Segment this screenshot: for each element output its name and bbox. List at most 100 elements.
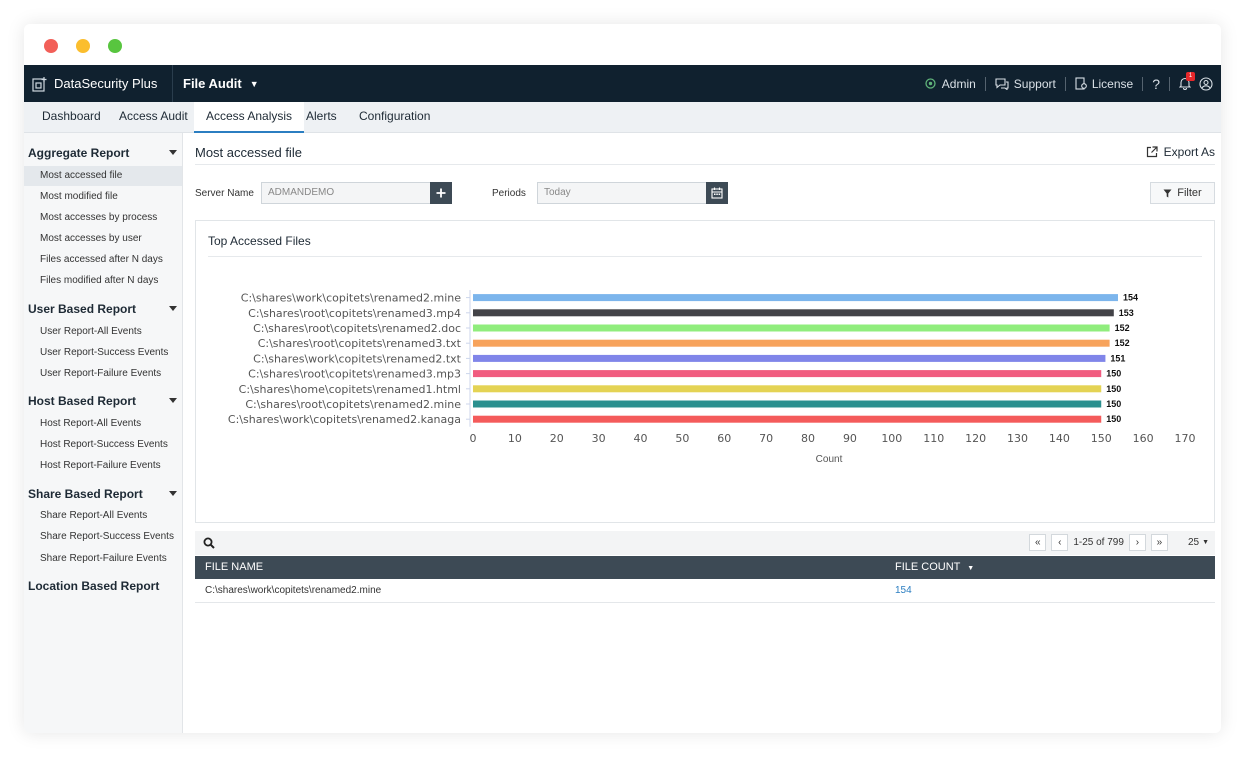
previous-page-button[interactable]: ‹ — [1051, 534, 1069, 551]
sidebar-group-location-based[interactable]: Location Based Report — [28, 579, 179, 593]
support-link[interactable]: Support — [995, 77, 1056, 91]
module-label: File Audit — [183, 76, 242, 91]
chart-category-label: C:\shares\root\copitets\renamed3.txt — [258, 337, 462, 350]
sidebar-group-share-based[interactable]: Share Based Report — [28, 487, 179, 501]
server-name-input[interactable]: ADMANDEMO — [261, 182, 431, 204]
sidebar-item-files-modified-after-n-days[interactable]: Files modified after N days — [24, 271, 182, 291]
sidebar-item-share-report-failure[interactable]: Share Report-Failure Events — [24, 549, 182, 569]
next-page-button[interactable]: › — [1128, 534, 1146, 551]
chart-bar — [473, 370, 1102, 378]
calendar-button[interactable] — [706, 182, 728, 204]
page-size-value: 25 — [1187, 537, 1200, 548]
tab-alerts[interactable]: Alerts — [294, 102, 349, 133]
admin-link[interactable]: Admin — [924, 77, 976, 91]
sidebar-item-share-report-all[interactable]: Share Report-All Events — [24, 506, 182, 526]
sidebar-group-user-based[interactable]: User Based Report — [28, 302, 179, 316]
search-icon[interactable] — [203, 537, 215, 549]
column-header-file-name[interactable]: FILE NAME — [205, 556, 263, 579]
export-label: Export As — [1163, 145, 1215, 159]
support-label: Support — [1013, 76, 1056, 91]
module-selector[interactable]: File Audit ▼ — [183, 65, 259, 102]
sidebar-item-user-report-all[interactable]: User Report-All Events — [24, 322, 182, 342]
chart-x-tick-label: 120 — [965, 432, 986, 445]
pagination: « ‹ 1-25 of 799 › » 25 ▼ — [1029, 534, 1209, 551]
periods-input[interactable]: Today — [537, 182, 707, 204]
sidebar-item-user-report-failure[interactable]: User Report-Failure Events — [24, 364, 182, 384]
add-server-button[interactable] — [430, 182, 452, 204]
chart-data-label: 152 — [1115, 323, 1130, 333]
chart-x-tick-label: 90 — [843, 432, 857, 445]
chart-x-tick-label: 20 — [550, 432, 564, 445]
sidebar-group-label: Share Based Report — [28, 487, 143, 501]
title-divider — [195, 164, 1215, 165]
sidebar-item-host-report-all[interactable]: Host Report-All Events — [24, 414, 182, 434]
sidebar-item-user-report-success[interactable]: User Report-Success Events — [24, 343, 182, 363]
funnel-icon — [1163, 189, 1172, 197]
brand-logo[interactable]: DataSecurity Plus — [32, 65, 157, 102]
filter-label: Filter — [1177, 187, 1202, 199]
main-tab-bar: Dashboard Access Audit Access Analysis A… — [24, 102, 1221, 133]
app-window: DataSecurity Plus File Audit ▼ Admin Sup… — [24, 24, 1221, 733]
chart-x-tick-label: 150 — [1091, 432, 1112, 445]
page-size-select[interactable]: 25 ▼ — [1188, 537, 1209, 548]
chart-x-tick-label: 110 — [923, 432, 944, 445]
sidebar-item-most-accesses-by-process[interactable]: Most accesses by process — [24, 208, 182, 228]
tab-access-audit[interactable]: Access Audit — [107, 102, 200, 133]
chart-bar — [473, 400, 1102, 408]
chart-data-label: 150 — [1106, 384, 1121, 394]
sidebar-item-most-modified-file[interactable]: Most modified file — [24, 187, 182, 207]
close-window-button[interactable] — [44, 39, 58, 53]
first-page-button[interactable]: « — [1029, 534, 1047, 551]
menu-divider — [1169, 76, 1170, 91]
sidebar-item-most-accessed-file[interactable]: Most accessed file — [24, 166, 182, 186]
minimize-window-button[interactable] — [76, 39, 90, 53]
license-link[interactable]: License — [1075, 77, 1133, 91]
chart-category-label: C:\shares\root\copitets\renamed2.doc — [253, 322, 461, 335]
sidebar-item-share-report-success[interactable]: Share Report-Success Events — [24, 527, 182, 547]
tab-dashboard[interactable]: Dashboard — [30, 102, 113, 133]
chart-x-axis-title: Count — [816, 454, 843, 465]
caret-down-icon: ▼ — [249, 78, 259, 89]
chart-data-label: 151 — [1110, 353, 1125, 363]
sidebar-group-label: Aggregate Report — [28, 146, 130, 160]
sidebar-item-host-report-failure[interactable]: Host Report-Failure Events — [24, 456, 182, 476]
main-content: Most accessed file Export As Server Name… — [184, 133, 1221, 733]
sidebar-group-aggregate[interactable]: Aggregate Report — [28, 146, 179, 160]
brand-divider — [172, 65, 173, 102]
file-count-link[interactable]: 154 — [895, 579, 912, 603]
chart-x-tick-label: 130 — [1007, 432, 1028, 445]
maximize-window-button[interactable] — [108, 39, 122, 53]
sidebar-item-most-accesses-by-user[interactable]: Most accesses by user — [24, 229, 182, 249]
sort-caret-icon: ▼ — [967, 565, 975, 572]
help-button[interactable]: ? — [1152, 76, 1160, 92]
menu-divider — [1142, 76, 1144, 91]
chart-x-tick-label: 50 — [675, 432, 689, 445]
chart-category-label: C:\shares\work\copitets\renamed2.mine — [241, 292, 461, 305]
filter-button[interactable]: Filter — [1150, 182, 1215, 204]
last-page-button[interactable]: » — [1150, 534, 1168, 551]
notifications-button[interactable]: 1 — [1179, 72, 1195, 90]
caret-down-icon — [169, 150, 177, 155]
chart-bar — [473, 415, 1102, 423]
chart-x-tick-label: 70 — [759, 432, 773, 445]
tab-access-analysis[interactable]: Access Analysis — [194, 102, 305, 133]
column-header-file-count[interactable]: FILE COUNT ▼ — [895, 556, 974, 580]
chart-data-label: 150 — [1106, 369, 1121, 379]
sidebar-item-files-accessed-after-n-days[interactable]: Files accessed after N days — [24, 250, 182, 270]
table-row[interactable]: C:\shares\work\copitets\renamed2.mine 15… — [195, 579, 1215, 603]
sidebar-group-host-based[interactable]: Host Based Report — [28, 394, 179, 408]
sidebar-item-host-report-success[interactable]: Host Report-Success Events — [24, 435, 182, 455]
export-as-button[interactable]: Export As — [1146, 145, 1215, 159]
brand-name: DataSecurity Plus — [54, 76, 158, 91]
chart-bar — [473, 354, 1106, 362]
top-navigation-bar: DataSecurity Plus File Audit ▼ Admin Sup… — [24, 65, 1221, 102]
user-profile-button[interactable] — [1199, 76, 1213, 91]
chart-x-tick-label: 60 — [717, 432, 731, 445]
chart-x-tick-label: 160 — [1133, 432, 1154, 445]
chart-category-label: C:\shares\work\copitets\renamed2.kanaga — [228, 413, 461, 426]
chart-bar — [473, 324, 1110, 332]
chart-data-label: 150 — [1106, 399, 1121, 409]
chart-x-tick-label: 0 — [470, 432, 477, 445]
tab-configuration[interactable]: Configuration — [347, 102, 442, 133]
table-header: FILE NAME FILE COUNT ▼ — [195, 556, 1215, 579]
